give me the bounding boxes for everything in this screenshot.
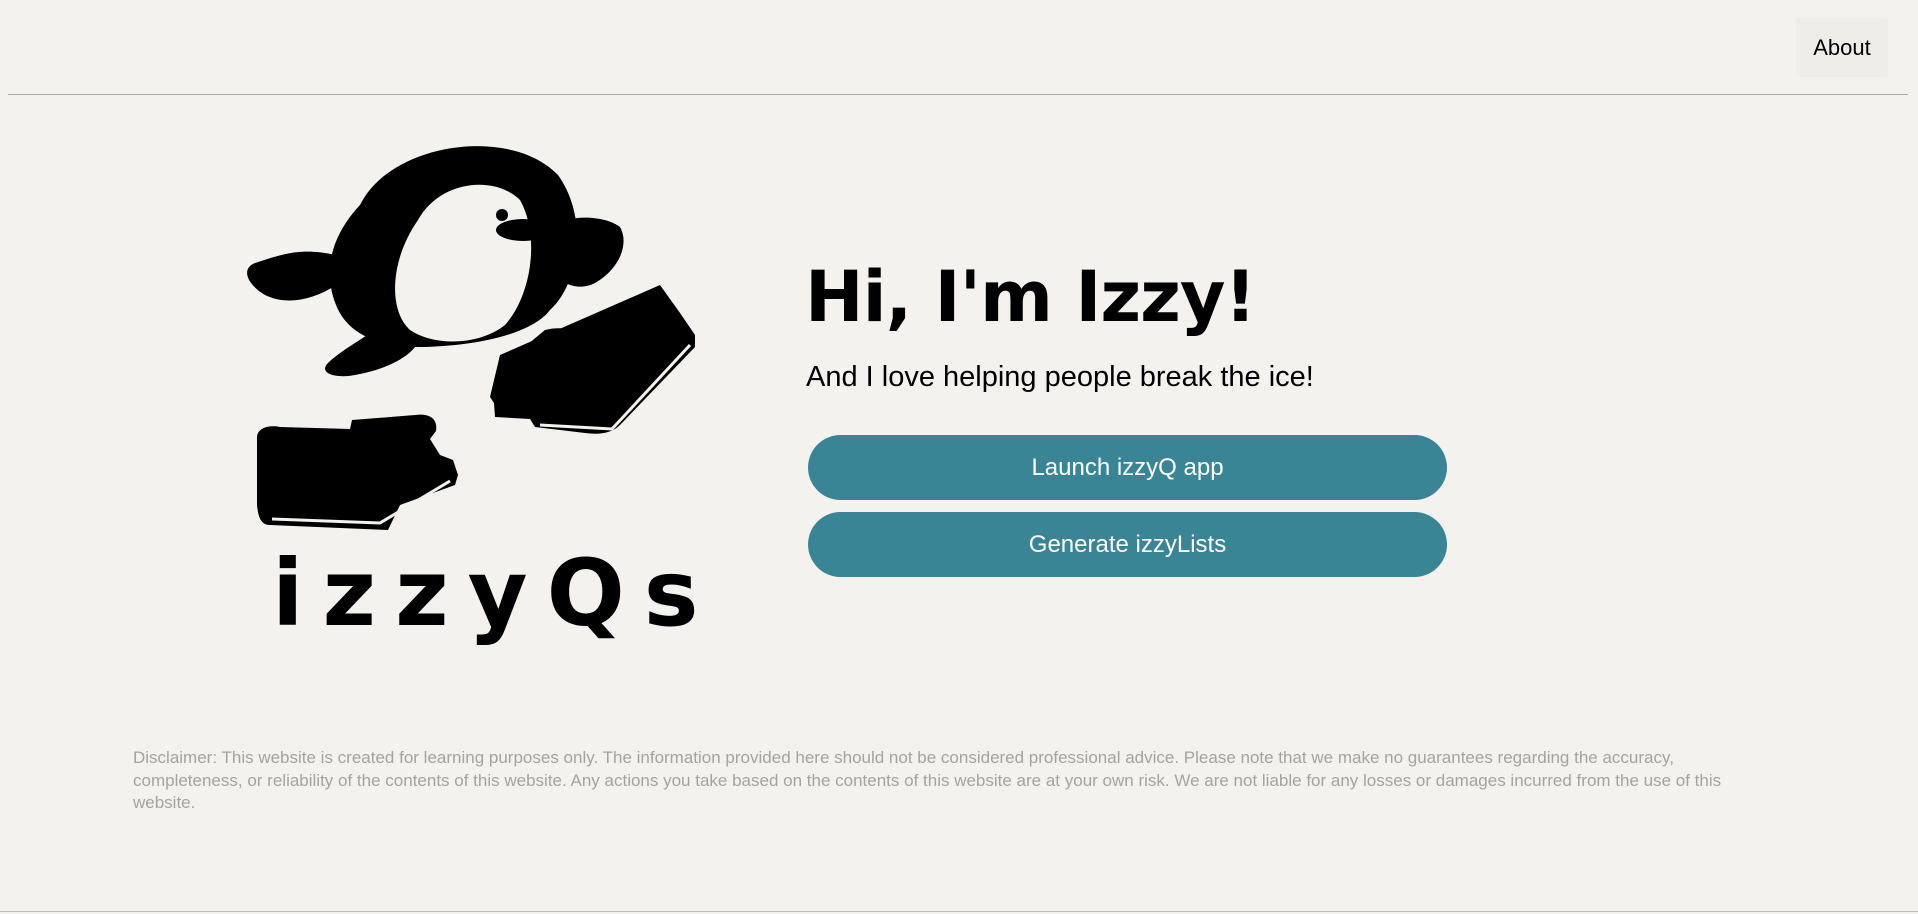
hero-subtitle: And I love helping people break the ice! <box>806 361 1314 393</box>
brand-wordmark: izzyQs <box>272 540 718 647</box>
hero-title: Hi, I'm Izzy! <box>805 256 1256 338</box>
left-ice-floe <box>257 414 458 530</box>
about-button[interactable]: About <box>1796 18 1888 77</box>
launch-app-button[interactable]: Launch izzyQ app <box>808 435 1447 500</box>
penguin-left-eye <box>496 209 508 221</box>
top-navigation-bar <box>8 0 1908 95</box>
bottom-divider <box>0 911 1918 912</box>
penguin-logo-icon <box>247 146 695 530</box>
landing-page: About izzyQs Hi, I'm Izzy! And I love he… <box>0 0 1918 914</box>
penguin-beak <box>496 219 550 241</box>
generate-lists-button[interactable]: Generate izzyLists <box>808 512 1447 577</box>
penguin-right-eye <box>539 209 551 221</box>
disclaimer-text: Disclaimer: This website is created for … <box>133 748 1722 812</box>
penguin-left-flipper <box>247 251 336 301</box>
